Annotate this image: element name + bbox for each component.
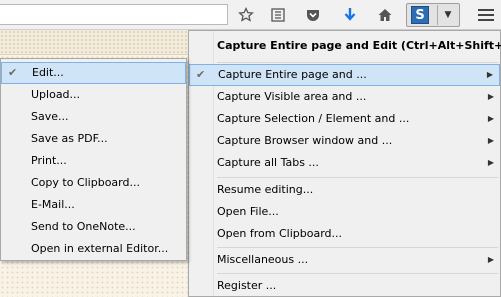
menu-item-label: Capture all Tabs ... [217,156,319,169]
pocket-icon[interactable] [303,5,323,25]
chevron-down-icon[interactable]: ▼ [437,5,458,25]
menu-item-label: Capture Browser window and ... [217,134,393,147]
menu-item-capture-browser-window[interactable]: Capture Browser window and ... ▶ [189,130,500,152]
reading-list-icon[interactable] [268,5,288,25]
menu-separator [217,62,498,63]
submenu-arrow-icon: ▶ [487,114,494,123]
menu-separator [217,177,498,178]
submenu-arrow-icon: ▶ [487,92,494,101]
submenu-item-copy-to-clipboard[interactable]: Copy to Clipboard... [1,172,186,194]
submenu-arrow-icon: ▶ [487,136,494,145]
menu-item-label: Miscellaneous ... [217,253,309,266]
submenu-arrow-icon: ▶ [487,158,494,167]
submenu-item-print[interactable]: Print... [1,150,186,172]
submenu-item-open-in-external-editor[interactable]: Open in external Editor... [1,238,186,260]
s-logo-icon[interactable]: S [411,6,429,24]
submenu-item-label: Copy to Clipboard... [31,176,140,189]
menu-separator [217,273,498,274]
submenu-arrow-icon: ▶ [486,70,493,79]
menu-item-label: Capture Entire page and ... [218,68,367,81]
menu-header[interactable]: Capture Entire page and Edit (Ctrl+Alt+S… [189,35,501,57]
menu-item-label: Capture Selection / Element and ... [217,112,410,125]
page-header-strip [0,30,210,55]
menu-item-capture-entire-page[interactable]: ✔ Capture Entire page and ... ▶ [189,64,500,86]
url-bar[interactable] [0,4,228,25]
menu-item-resume-editing[interactable]: Resume editing... [189,179,500,201]
submenu-arrow-icon: ▶ [487,255,494,264]
submenu-item-label: Send to OneNote... [31,220,136,233]
browser-toolbar: S ▼ [0,0,501,30]
submenu-item-save-as-pdf[interactable]: Save as PDF... [1,128,186,150]
menu-item-miscellaneous[interactable]: Miscellaneous ... ▶ [189,249,500,271]
submenu-item-label: Upload... [31,88,81,101]
submenu-item-label: Print... [31,154,67,167]
submenu-item-label: Edit... [32,66,64,79]
capture-action-submenu: ✔ Edit... Upload... Save... Save as PDF.… [0,58,187,261]
menu-separator [217,247,498,248]
star-icon[interactable] [236,5,256,25]
submenu-item-save[interactable]: Save... [1,106,186,128]
submenu-item-edit[interactable]: ✔ Edit... [1,62,186,84]
hamburger-menu-icon[interactable] [478,9,494,21]
menu-item-capture-visible-area[interactable]: Capture Visible area and ... ▶ [189,86,500,108]
submenu-item-email[interactable]: E-Mail... [1,194,186,216]
capture-menu: Capture Entire page and Edit (Ctrl+Alt+S… [188,30,501,297]
submenu-item-label: Save... [31,110,69,123]
submenu-item-label: Save as PDF... [31,132,108,145]
menu-item-label: Register ... [217,279,277,292]
menu-item-capture-all-tabs[interactable]: Capture all Tabs ... ▶ [189,152,500,174]
submenu-item-label: Open in external Editor... [31,242,169,255]
submenu-item-send-to-onenote[interactable]: Send to OneNote... [1,216,186,238]
menu-item-label: Resume editing... [217,183,314,196]
menu-item-capture-selection[interactable]: Capture Selection / Element and ... ▶ [189,108,500,130]
submenu-item-upload[interactable]: Upload... [1,84,186,106]
check-icon: ✔ [196,68,206,81]
submenu-item-label: E-Mail... [31,198,75,211]
home-icon[interactable] [375,5,395,25]
menu-item-register[interactable]: Register ... [189,275,500,297]
menu-item-label: Open from Clipboard... [217,227,343,240]
extension-button[interactable]: S ▼ [406,3,460,27]
menu-item-label: Open File... [217,205,279,218]
menu-item-open-from-clipboard[interactable]: Open from Clipboard... [189,223,500,245]
check-icon: ✔ [8,66,18,79]
menu-item-label: Capture Visible area and ... [217,90,367,103]
download-arrow-icon[interactable] [340,5,360,25]
menu-item-open-file[interactable]: Open File... [189,201,500,223]
